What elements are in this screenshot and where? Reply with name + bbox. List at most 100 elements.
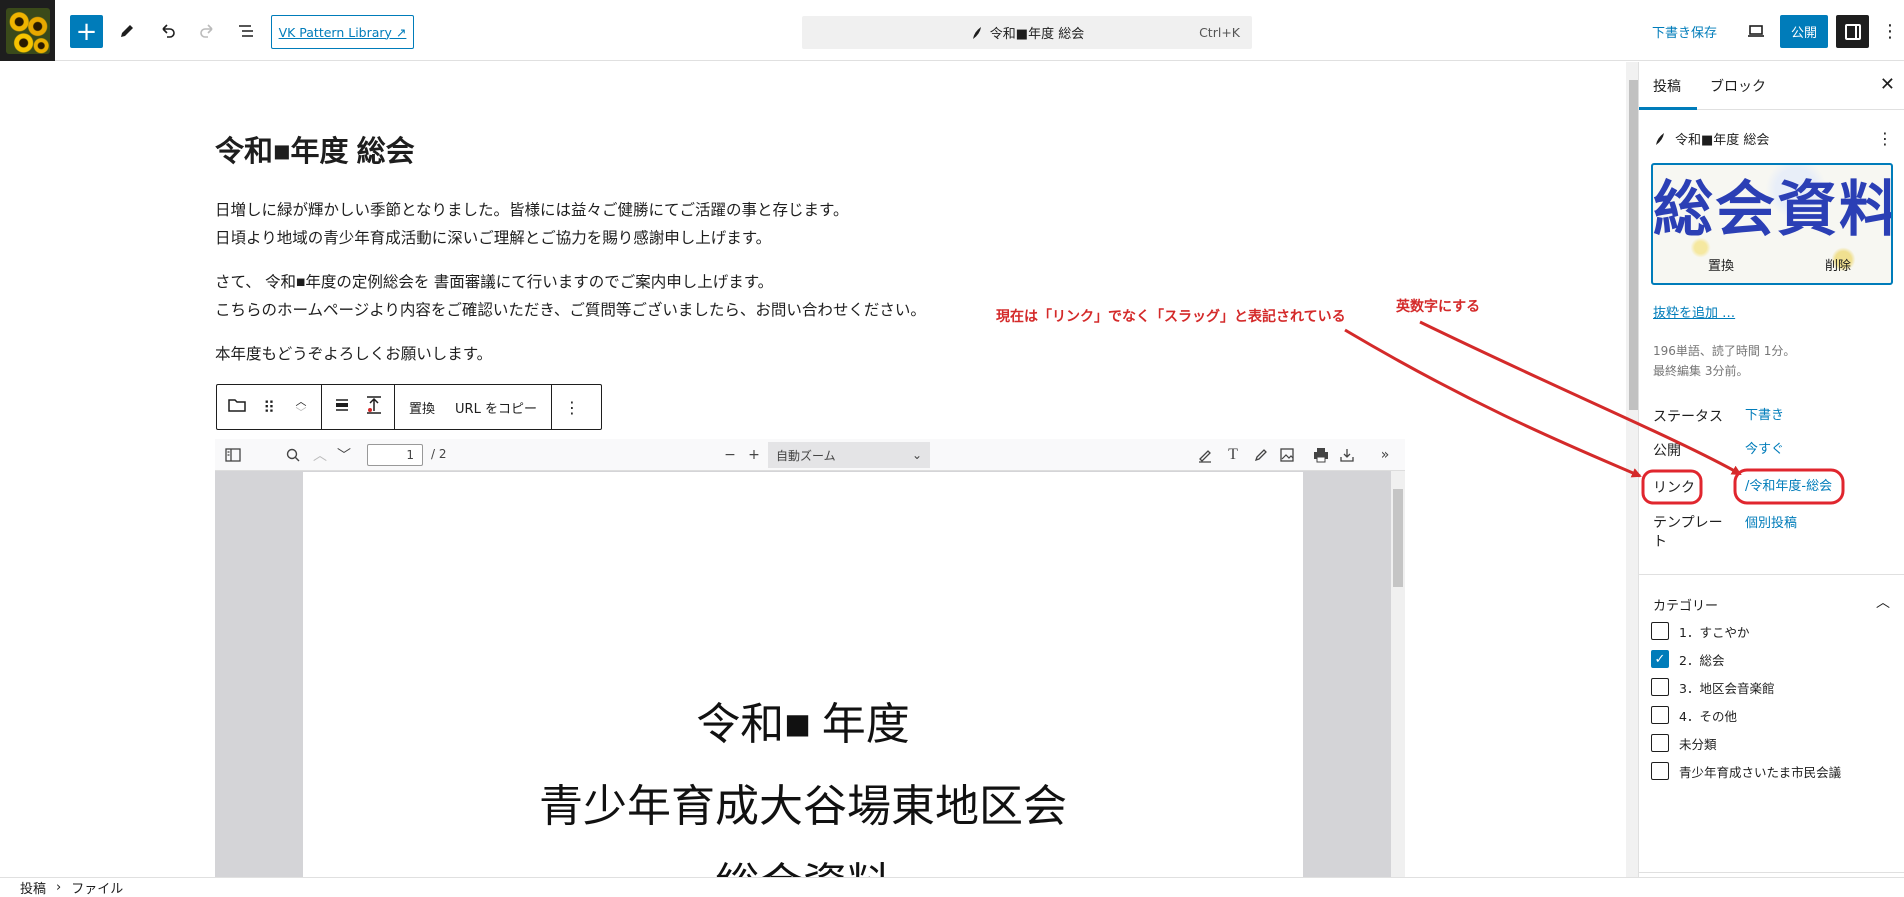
add-block-button[interactable]: +: [70, 15, 103, 48]
print-icon[interactable]: [1311, 445, 1331, 465]
chevron-up-icon[interactable]: ︿: [1876, 592, 1890, 612]
category-checkbox[interactable]: [1651, 622, 1669, 640]
post-name: 令和■年度 総会: [1675, 133, 1770, 148]
desktop-view-icon: [1748, 25, 1764, 37]
featured-image[interactable]: 総会資料 置換 削除: [1651, 163, 1893, 285]
file-actions-group: 置換 URL をコピー: [395, 385, 552, 429]
category-item[interactable]: 4．その他: [1651, 705, 1891, 725]
pdf-scrollbar[interactable]: [1391, 471, 1405, 877]
undo-button[interactable]: [152, 15, 184, 47]
category-label: 1．すこやか: [1679, 624, 1750, 640]
file-block-icon[interactable]: [225, 397, 249, 417]
breadcrumb-file[interactable]: ファイル: [71, 878, 123, 897]
featured-replace-button[interactable]: 置換: [1708, 255, 1734, 274]
tools-button[interactable]: [111, 15, 143, 47]
post-summary: 令和■年度 総会 ⋮: [1653, 129, 1893, 148]
template-button[interactable]: 個別投稿: [1745, 512, 1797, 531]
vk-pattern-library-button[interactable]: VK Pattern Library ↗: [271, 15, 414, 49]
category-checkbox[interactable]: [1651, 678, 1669, 696]
sidebar-toggle-icon[interactable]: [223, 445, 243, 465]
tab-block[interactable]: ブロック: [1710, 76, 1766, 96]
drag-handle-icon[interactable]: ⠿: [257, 398, 281, 417]
slug-button[interactable]: /令和年度-総会: [1745, 475, 1832, 494]
redo-icon: [200, 24, 213, 38]
document-overview-button[interactable]: [230, 15, 262, 47]
tools-menu-icon[interactable]: »: [1375, 445, 1395, 465]
site-logo[interactable]: [0, 0, 55, 61]
block-options-button[interactable]: ⋮: [560, 398, 584, 417]
paragraph-block[interactable]: 日増しに緑が輝かしい季節となりました。皆様には益々ご健勝にてご活躍の事と存じます…: [215, 197, 849, 253]
preview-button[interactable]: [1740, 15, 1772, 47]
close-icon[interactable]: ✕: [1880, 74, 1895, 95]
link-label: リンク: [1653, 480, 1695, 496]
breadcrumb-post[interactable]: 投稿: [20, 878, 46, 897]
paragraph-line: こちらのホームページより内容をご確認いただき、ご質問等ございましたら、お問い合わ…: [215, 302, 926, 319]
post-actions-button[interactable]: ⋮: [1877, 129, 1893, 148]
category-item[interactable]: 未分類: [1651, 733, 1891, 753]
settings-sidebar: 投稿 ブロック ✕ 令和■年度 総会 ⋮ 総会資料 置換 削除 抜粋を追加 … …: [1638, 62, 1904, 877]
next-page-icon[interactable]: ﹀: [335, 445, 353, 465]
resize-height-icon: [367, 396, 381, 414]
post-title[interactable]: 令和■年度 総会: [215, 128, 415, 170]
pdf-heading-line: 青少年育成大谷場東地区会: [539, 782, 1067, 831]
category-item[interactable]: ✓ 2．総会: [1651, 649, 1891, 669]
height-icon[interactable]: [362, 395, 386, 419]
zoom-value: 自動ズーム: [776, 448, 836, 463]
block-switcher-group: ⠿ ︿ ﹀: [217, 385, 322, 429]
replace-button[interactable]: 置換: [403, 398, 441, 417]
category-checkbox[interactable]: [1651, 734, 1669, 752]
prev-page-icon[interactable]: ︿: [311, 445, 329, 465]
options-menu-button[interactable]: ⋮: [1874, 15, 1904, 47]
active-tab-indicator: [1639, 107, 1697, 110]
copy-url-button[interactable]: URL をコピー: [449, 398, 543, 417]
featured-delete-button[interactable]: 削除: [1825, 255, 1851, 274]
featured-image-text: 総会資料: [1653, 176, 1893, 243]
move-up-down-icon[interactable]: ︿ ﹀: [289, 396, 313, 418]
publish-date-button[interactable]: 今すぐ: [1745, 438, 1784, 457]
settings-toggle-button[interactable]: [1836, 15, 1869, 48]
align-icon[interactable]: [330, 397, 354, 417]
save-draft-button[interactable]: 下書き保存: [1652, 22, 1717, 41]
publish-button[interactable]: 公開: [1780, 15, 1828, 48]
pdf-heading-line: 総会資料: [303, 848, 1303, 877]
pdf-page: 令和■ 年度 青少年育成大谷場東地区会 総会資料: [303, 472, 1303, 877]
pdf-toolbar: ︿ ﹀ 1 / 2 − + 自動ズーム ⌄ T »: [215, 439, 1405, 471]
text-tool-icon[interactable]: T: [1223, 445, 1243, 465]
category-checkbox[interactable]: ✓: [1651, 650, 1669, 668]
highlight-icon[interactable]: [1195, 445, 1215, 465]
search-icon[interactable]: [283, 445, 303, 465]
zoom-select[interactable]: 自動ズーム ⌄: [768, 442, 930, 468]
document-title-text: 令和■年度 総会: [989, 27, 1085, 42]
category-item[interactable]: 青少年育成さいたま市民会議: [1651, 761, 1891, 781]
image-icon[interactable]: [1277, 445, 1297, 465]
sunflower-logo-image: [5, 7, 50, 54]
paragraph-block[interactable]: 本年度もどうぞよろしくお願いします。: [215, 341, 492, 369]
redo-button[interactable]: [191, 15, 223, 47]
paragraph-block[interactable]: さて、 令和■年度の定例総会を 書面審議にて行いますのでご案内申し上げます。 こ…: [215, 269, 926, 325]
template-label: テンプレート: [1653, 515, 1723, 550]
divider: [1639, 872, 1904, 873]
category-item[interactable]: 1．すこやか: [1651, 621, 1891, 641]
zoom-in-icon[interactable]: +: [745, 445, 763, 465]
draw-icon[interactable]: [1251, 445, 1271, 465]
status-value-button[interactable]: 下書き: [1745, 404, 1784, 423]
add-excerpt-link[interactable]: 抜粋を追加 …: [1653, 302, 1735, 321]
command-palette-button[interactable]: 令和■年度 総会 Ctrl+K: [802, 16, 1252, 49]
align-center-icon: [336, 399, 348, 411]
category-label: 4．その他: [1679, 708, 1737, 724]
annotation-note: 英数字にする: [1396, 298, 1481, 314]
tab-post[interactable]: 投稿: [1653, 76, 1681, 96]
divider: [1639, 574, 1904, 575]
page-number-input[interactable]: 1: [367, 444, 423, 466]
zoom-out-icon[interactable]: −: [721, 445, 739, 465]
download-icon[interactable]: [1337, 445, 1357, 465]
page-total: / 2: [431, 447, 447, 461]
category-checkbox[interactable]: [1651, 706, 1669, 724]
scroll-thumb[interactable]: [1393, 489, 1403, 587]
block-toolbar: ⠿ ︿ ﹀ 置換 URL をコピー ⋮: [216, 384, 602, 430]
category-item[interactable]: 3．地区会音楽館: [1651, 677, 1891, 697]
category-checkbox[interactable]: [1651, 762, 1669, 780]
categories-panel-toggle[interactable]: カテゴリー: [1653, 595, 1718, 614]
alignment-group: [322, 385, 395, 429]
pencil-icon: [121, 25, 133, 37]
